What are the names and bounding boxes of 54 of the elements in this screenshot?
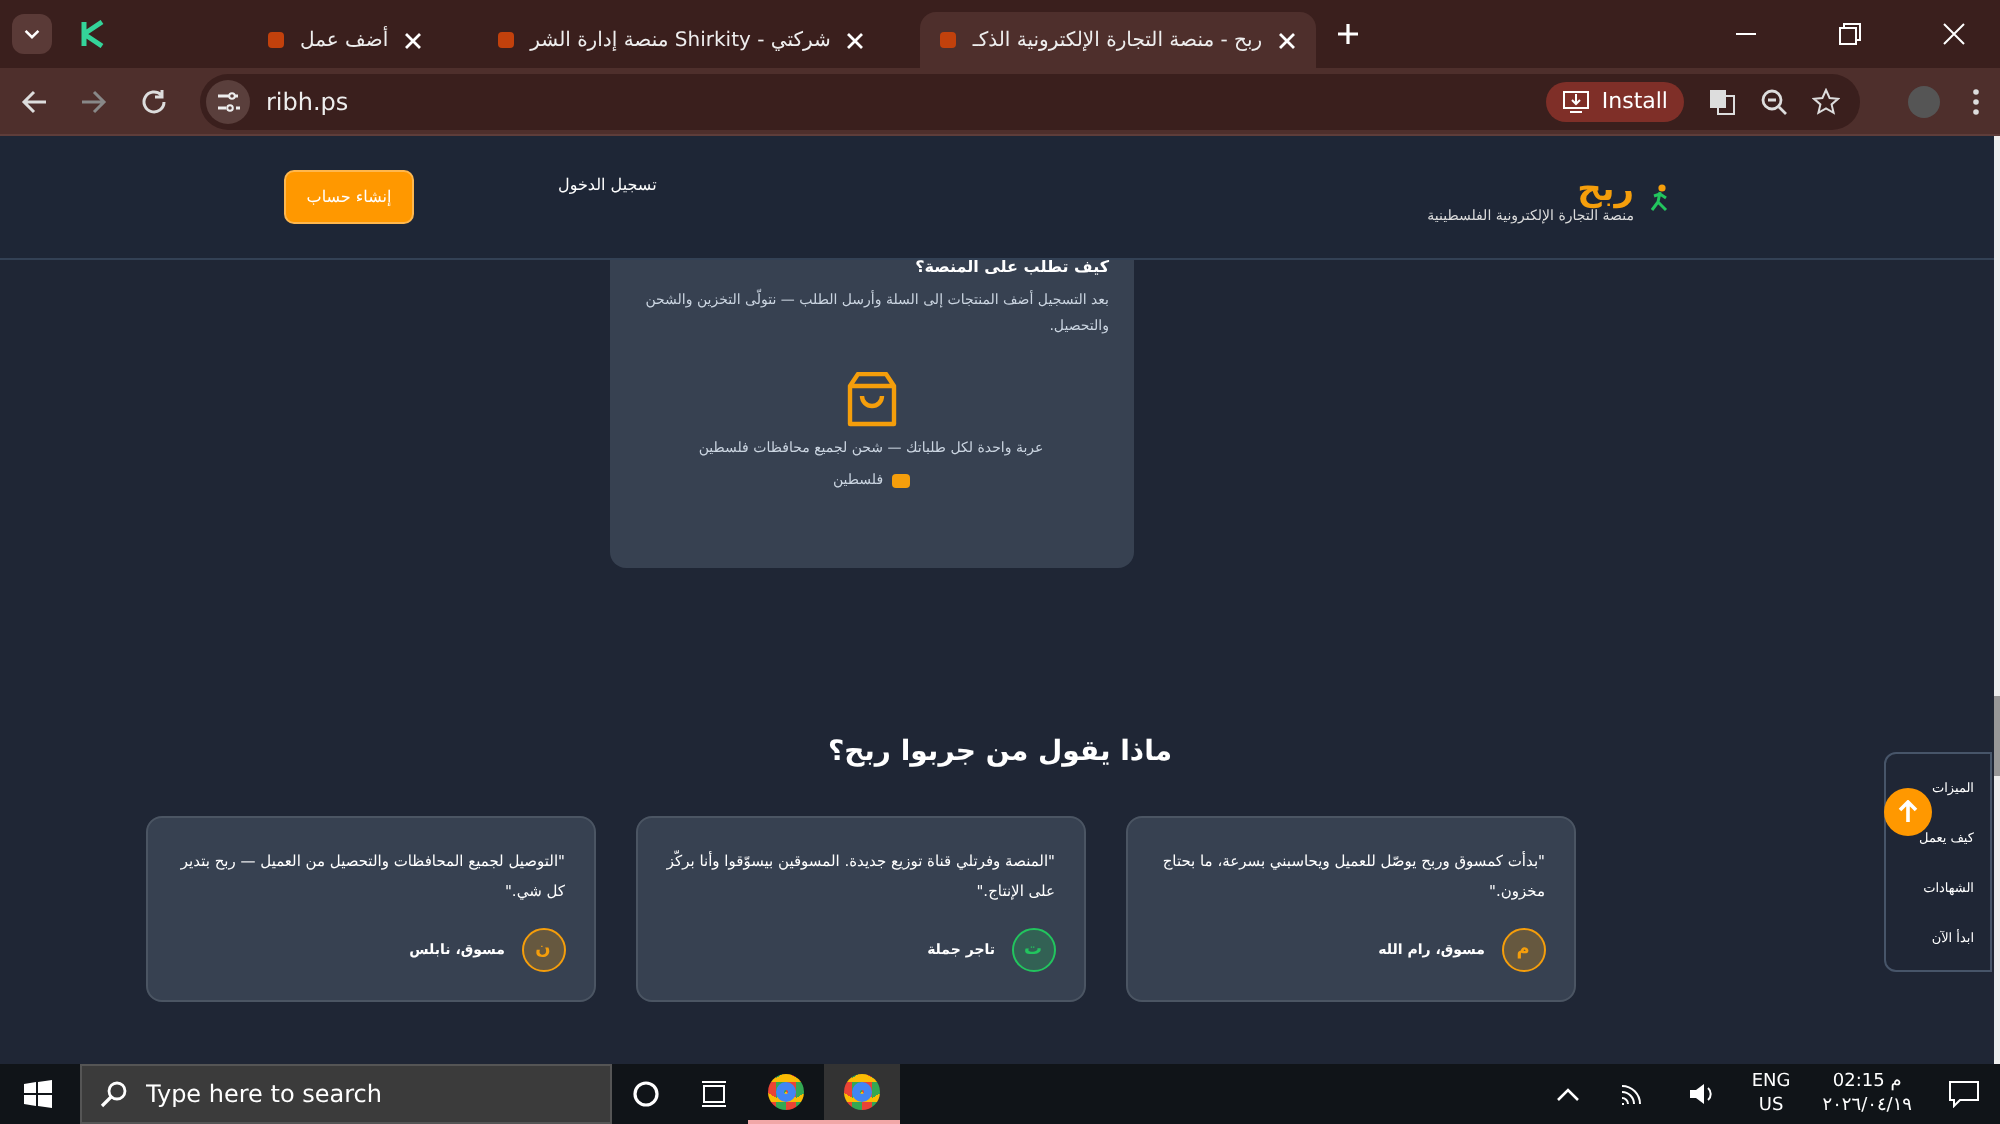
translate-icon[interactable] [1708, 87, 1736, 115]
chevron-up-icon[interactable] [1555, 1086, 1580, 1102]
runner-icon [1650, 183, 1670, 211]
site-settings-icon[interactable] [206, 79, 250, 123]
chrome-taskbar-icon[interactable] [824, 1064, 900, 1124]
region-label[interactable]: US [1758, 1094, 1784, 1118]
close-icon[interactable] [404, 31, 423, 49]
cortana-icon[interactable] [632, 1080, 660, 1108]
taskbar-search-field[interactable]: Type here to search [80, 1064, 612, 1124]
reload-icon[interactable] [140, 87, 168, 115]
close-icon[interactable] [846, 31, 865, 49]
notification-icon[interactable] [1948, 1080, 1980, 1108]
author-avatar: ن [521, 928, 565, 972]
tab-title: أضف عمل [300, 29, 389, 51]
plus-icon [1336, 22, 1361, 46]
more-icon[interactable] [1972, 87, 1980, 115]
section-title: ماذا يقول من جربوا ربح؟ [827, 736, 1173, 768]
clock-time[interactable]: 02:15 م [1832, 1070, 1902, 1094]
logo-title[interactable]: ربح [1577, 171, 1634, 207]
card-title: كيف تطلب على المنصة؟ [913, 258, 1109, 276]
browser-tab[interactable]: ربح - منصة التجارة الإلكترونية الذكـ [920, 12, 1317, 68]
tab-title: ربح - منصة التجارة الإلكترونية الذكـ [972, 29, 1263, 51]
arrow-up-icon [1898, 800, 1918, 824]
close-icon[interactable] [1942, 22, 1966, 46]
favicon-icon [268, 32, 284, 48]
language-label[interactable]: ENG [1751, 1070, 1791, 1094]
favicon-icon [940, 32, 957, 48]
tab-title: شركتي - Shirkity منصة إدارة الشر [530, 29, 831, 51]
favicon-icon [498, 32, 515, 48]
tab-search-button[interactable] [12, 14, 52, 54]
scrollbar[interactable] [1994, 136, 2000, 1064]
login-link[interactable]: تسجيل الدخول [558, 176, 657, 194]
browser-tab[interactable]: شركتي - Shirkity منصة إدارة الشر [478, 12, 885, 68]
flag-icon [891, 473, 910, 487]
speaker-icon[interactable] [1687, 1082, 1716, 1106]
back-icon[interactable] [20, 87, 48, 115]
restore-icon[interactable] [1838, 22, 1862, 46]
k-logo-icon[interactable] [80, 20, 108, 48]
clock-date[interactable]: ٢٠٢٦/٠٤/١٩ [1822, 1094, 1912, 1118]
close-icon[interactable] [1278, 31, 1297, 49]
shopping-bag-icon [845, 372, 897, 428]
star-icon[interactable] [1812, 87, 1840, 115]
task-view-icon[interactable] [700, 1080, 728, 1108]
browser-tab[interactable]: أضف عمل [248, 12, 443, 68]
start-icon[interactable] [24, 1080, 52, 1108]
install-button[interactable]: Install [1545, 81, 1684, 121]
author-avatar: م [1501, 928, 1545, 972]
forward-icon[interactable] [80, 87, 108, 115]
url-text: ribh.ps [266, 87, 349, 115]
zoom-icon[interactable] [1760, 87, 1788, 115]
caret-icon [24, 28, 40, 40]
author-avatar: ت [1011, 928, 1055, 972]
install-icon [1561, 89, 1590, 113]
address-bar[interactable]: ribh.ps Install [200, 73, 1860, 129]
